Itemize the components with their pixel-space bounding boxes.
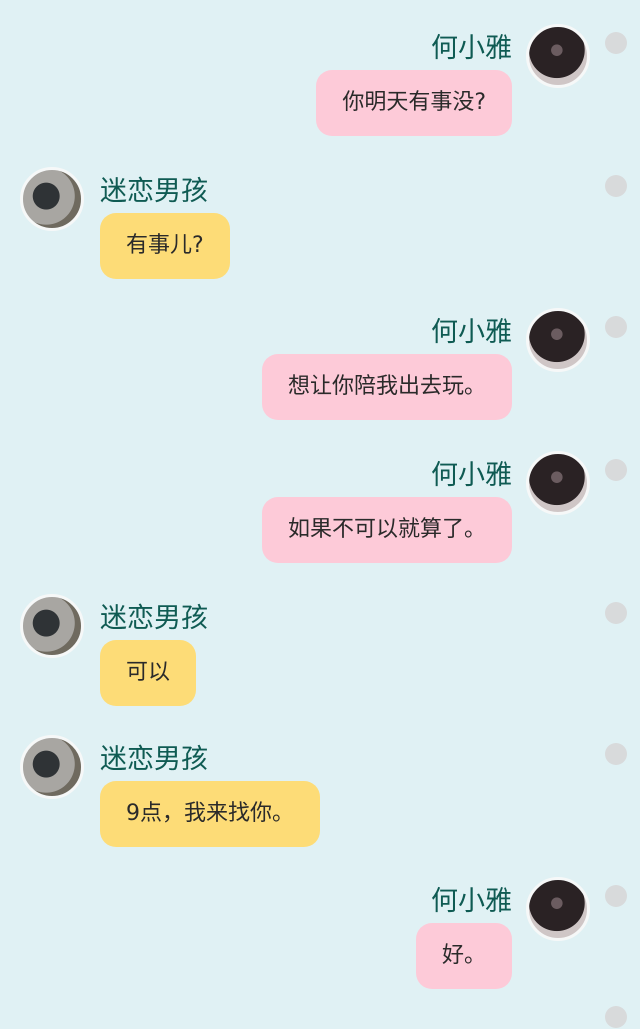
avatar-he-xiaoya[interactable] [526, 451, 590, 515]
avatar-he-xiaoya[interactable] [526, 877, 590, 941]
select-dot[interactable] [605, 602, 627, 624]
sender-name: 何小雅 [431, 317, 512, 348]
avatar-he-xiaoya[interactable] [526, 24, 590, 88]
avatar-he-xiaoya[interactable] [526, 308, 590, 372]
message-row: 迷恋男孩 可以 [0, 594, 640, 734]
message-bubble[interactable]: 有事儿? [100, 213, 230, 279]
select-dot[interactable] [605, 459, 627, 481]
avatar-milian-nanhai[interactable] [20, 735, 84, 799]
message-bubble[interactable]: 想让你陪我出去玩。 [261, 354, 512, 420]
select-dot[interactable] [605, 885, 627, 907]
message-row: 迷恋男孩 有事儿? [0, 167, 640, 307]
message-bubble[interactable]: 可以 [100, 640, 197, 706]
avatar-milian-nanhai[interactable] [20, 594, 84, 658]
sender-name: 迷恋男孩 [100, 744, 208, 775]
message-bubble[interactable]: 9点，我来找你。 [100, 781, 320, 847]
select-dot[interactable] [605, 743, 627, 765]
message-row: 何小雅 你明天有事没? [0, 24, 640, 164]
sender-name: 迷恋男孩 [100, 176, 208, 207]
select-dot[interactable] [605, 175, 627, 197]
select-dot[interactable] [605, 316, 627, 338]
message-row: 迷恋男孩 9点，我来找你。 [0, 735, 640, 875]
avatar-milian-nanhai[interactable] [20, 167, 84, 231]
sender-name: 何小雅 [431, 33, 512, 64]
message-row: 何小雅 好。 [0, 877, 640, 1017]
message-bubble[interactable]: 好。 [415, 923, 512, 989]
message-row: 何小雅 想让你陪我出去玩。 [0, 308, 640, 448]
select-dot[interactable] [605, 32, 627, 54]
sender-name: 迷恋男孩 [100, 603, 208, 634]
message-bubble[interactable]: 你明天有事没? [316, 70, 512, 136]
message-bubble[interactable]: 如果不可以就算了。 [261, 497, 512, 563]
message-row: 何小雅 如果不可以就算了。 [0, 451, 640, 591]
sender-name: 何小雅 [431, 460, 512, 491]
select-dot[interactable] [605, 1006, 627, 1028]
sender-name: 何小雅 [431, 886, 512, 917]
